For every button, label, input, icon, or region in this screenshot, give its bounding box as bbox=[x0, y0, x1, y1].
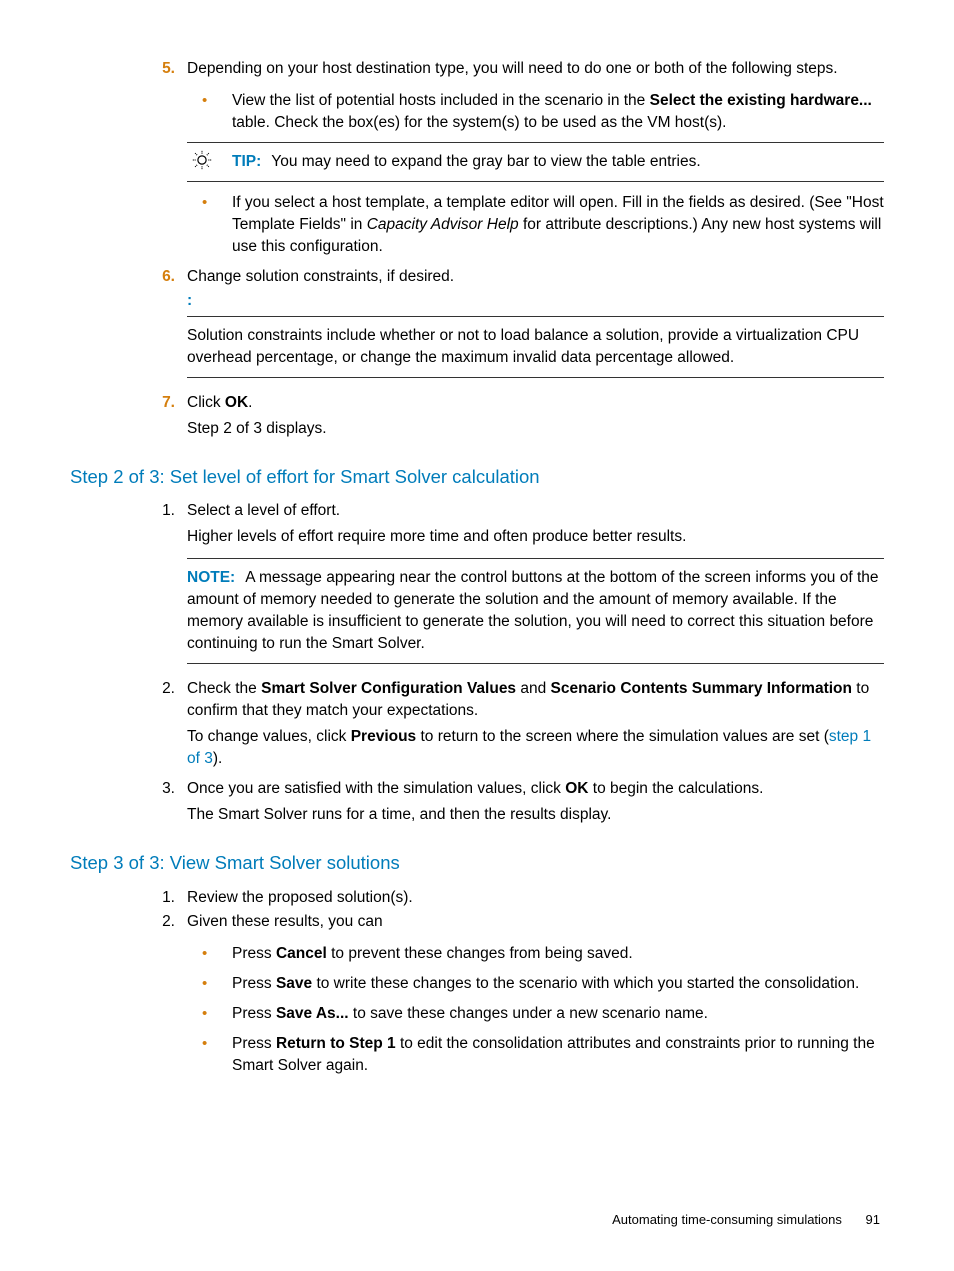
text: Step 2 of 3 displays. bbox=[187, 418, 884, 440]
tip-text: You may need to expand the gray bar to v… bbox=[271, 153, 700, 170]
bullet-item: If you select a host template, a templat… bbox=[187, 192, 884, 258]
bold-text: Save bbox=[276, 975, 312, 992]
list-text: Review the proposed solution(s). bbox=[187, 889, 413, 906]
list-number: 1. bbox=[145, 887, 175, 909]
text: To change values, click bbox=[187, 728, 351, 745]
text: Press bbox=[232, 975, 276, 992]
bullet-item: Press Return to Step 1 to edit the conso… bbox=[187, 1033, 884, 1077]
text: and bbox=[516, 680, 550, 697]
sub-bullets: View the list of potential hosts include… bbox=[187, 90, 884, 134]
text: to prevent these changes from being save… bbox=[327, 945, 633, 962]
heading-step2: Step 2 of 3: Set level of effort for Sma… bbox=[70, 464, 884, 490]
bullet-item: View the list of potential hosts include… bbox=[187, 90, 884, 134]
list-number: 5. bbox=[145, 58, 175, 80]
bold-text: Previous bbox=[351, 728, 416, 745]
colon-marker: : bbox=[187, 288, 884, 312]
note-label: NOTE: bbox=[187, 569, 235, 586]
list-item-5: 5. Depending on your host destination ty… bbox=[145, 58, 884, 258]
list-text: Depending on your host destination type,… bbox=[187, 60, 838, 77]
list-item-7: 7. Click OK. Step 2 of 3 displays. bbox=[145, 392, 884, 440]
sub-bullets: If you select a host template, a templat… bbox=[187, 192, 884, 258]
bold-text: Return to Step 1 bbox=[276, 1035, 396, 1052]
list-number: 3. bbox=[145, 778, 175, 800]
bullet-item: Press Save As... to save these changes u… bbox=[187, 1003, 884, 1025]
list-number: 6. bbox=[145, 266, 175, 288]
list-number: 1. bbox=[145, 500, 175, 522]
list-text: Change solution constraints, if desired. bbox=[187, 268, 454, 285]
text: table. Check the box(es) for the system(… bbox=[232, 114, 727, 131]
text: to begin the calculations. bbox=[588, 780, 763, 797]
bold-text: Save As... bbox=[276, 1005, 349, 1022]
bold-text: OK bbox=[225, 394, 248, 411]
text: Higher levels of effort require more tim… bbox=[187, 526, 884, 548]
note-text: A message appearing near the control but… bbox=[187, 569, 879, 652]
constraint-box: Solution constraints include whether or … bbox=[187, 316, 884, 378]
italic-text: Capacity Advisor Help bbox=[367, 216, 519, 233]
list-item-s3-2: 2. Given these results, you can Press Ca… bbox=[145, 911, 884, 1077]
tip-lightbulb-icon bbox=[191, 149, 213, 171]
list-number: 2. bbox=[145, 678, 175, 700]
box-text: Solution constraints include whether or … bbox=[187, 327, 859, 366]
bold-text: Scenario Contents Summary Information bbox=[551, 680, 852, 697]
text: View the list of potential hosts include… bbox=[232, 92, 650, 109]
page-number: 91 bbox=[866, 1212, 880, 1227]
list-item-s3-1: 1. Review the proposed solution(s). bbox=[145, 887, 884, 909]
bullet-item: Press Save to write these changes to the… bbox=[187, 973, 884, 995]
list-text: Given these results, you can bbox=[187, 913, 383, 930]
footer-text: Automating time-consuming simulations bbox=[612, 1212, 842, 1227]
tip-box: TIP: You may need to expand the gray bar … bbox=[187, 142, 884, 182]
list-item-s2-3: 3. Once you are satisfied with the simul… bbox=[145, 778, 884, 826]
page-content: 5. Depending on your host destination ty… bbox=[0, 0, 954, 1077]
tip-label: TIP: bbox=[232, 153, 261, 170]
list-number: 7. bbox=[145, 392, 175, 414]
text: to write these changes to the scenario w… bbox=[312, 975, 859, 992]
bold-text: Smart Solver Configuration Values bbox=[261, 680, 516, 697]
text: to save these changes under a new scenar… bbox=[349, 1005, 708, 1022]
list-item-s2-1: 1. Select a level of effort. Higher leve… bbox=[145, 500, 884, 664]
text: . bbox=[248, 394, 252, 411]
list-item-6: 6. Change solution constraints, if desir… bbox=[145, 266, 884, 378]
list-number: 2. bbox=[145, 911, 175, 933]
text: Press bbox=[232, 945, 276, 962]
text: Press bbox=[232, 1005, 276, 1022]
text: Press bbox=[232, 1035, 276, 1052]
page-footer: Automating time-consuming simulations 91 bbox=[612, 1211, 880, 1229]
bold-text: OK bbox=[565, 780, 588, 797]
heading-step3: Step 3 of 3: View Smart Solver solutions bbox=[70, 850, 884, 876]
bold-text: Select the existing hardware... bbox=[650, 92, 872, 109]
text: The Smart Solver runs for a time, and th… bbox=[187, 804, 884, 826]
bold-text: Cancel bbox=[276, 945, 327, 962]
list-item-s2-2: 2. Check the Smart Solver Configuration … bbox=[145, 678, 884, 770]
list-text: Select a level of effort. bbox=[187, 502, 340, 519]
sub-bullets: Press Cancel to prevent these changes fr… bbox=[187, 943, 884, 1077]
text: Click bbox=[187, 394, 225, 411]
bullet-item: Press Cancel to prevent these changes fr… bbox=[187, 943, 884, 965]
text: to return to the screen where the simula… bbox=[416, 728, 829, 745]
note-box: NOTE:A message appearing near the contro… bbox=[187, 558, 884, 664]
text: Once you are satisfied with the simulati… bbox=[187, 780, 565, 797]
text: Check the bbox=[187, 680, 261, 697]
text: ). bbox=[213, 750, 222, 767]
para: To change values, click Previous to retu… bbox=[187, 726, 884, 770]
